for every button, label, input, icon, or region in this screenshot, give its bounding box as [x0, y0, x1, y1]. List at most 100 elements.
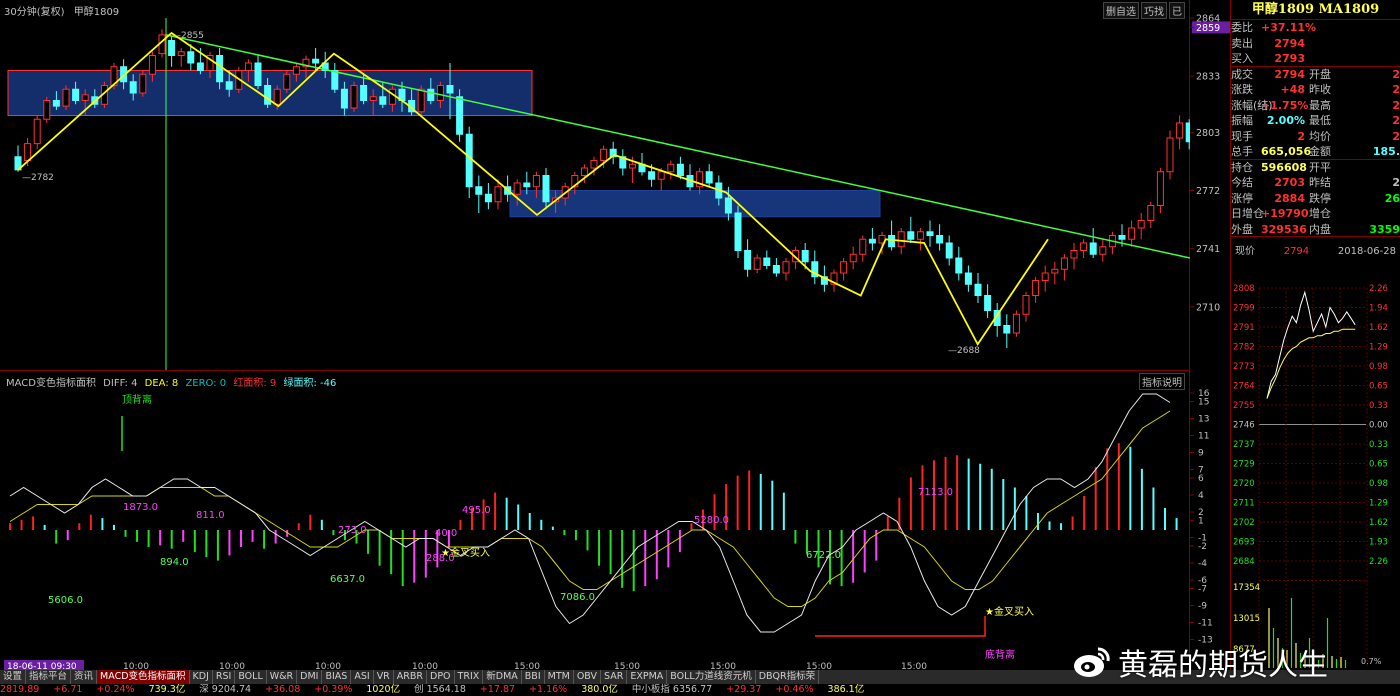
- quote-value: 596608: [1261, 160, 1307, 174]
- quote-value: 2: [1392, 176, 1400, 189]
- bottom-divergence-label: 底背离: [985, 648, 1015, 661]
- macd-green-area: 绿面积: -46: [283, 378, 337, 389]
- quote-label: 委比: [1231, 21, 1253, 34]
- quote-row: 现手 2 均价 2: [1231, 129, 1400, 145]
- indicator-tab[interactable]: DPO: [427, 670, 455, 684]
- mini-pct-tick: 0.00: [1369, 421, 1388, 431]
- candle-body: [225, 81, 233, 90]
- indicator-tab[interactable]: BOLL: [235, 670, 267, 684]
- indicator-tab[interactable]: KDJ: [190, 670, 213, 684]
- candle-body: [52, 100, 60, 107]
- quote-row: 总手 665,056 金额 185.: [1231, 144, 1400, 160]
- indicator-tab[interactable]: BBI: [522, 670, 545, 684]
- quote-value: [1339, 20, 1400, 36]
- indicator-tab[interactable]: 资讯: [71, 670, 98, 684]
- quote-label: 昨结: [1309, 176, 1331, 189]
- price-tick-label: 2833: [1196, 72, 1220, 83]
- candle-body: [283, 73, 291, 90]
- mini-price-tick: 2720: [1233, 479, 1255, 489]
- candle-body: [446, 85, 454, 94]
- quote-value: 185.: [1372, 145, 1400, 158]
- mini-pct-tick: 0.65: [1369, 382, 1388, 392]
- bottom-divergence-marker: [815, 616, 986, 637]
- indicator-tab[interactable]: ARBR: [394, 670, 428, 684]
- macd-tick-label: -11: [1198, 619, 1213, 629]
- indicator-help-button[interactable]: 指标说明: [1139, 373, 1185, 390]
- candle-body: [667, 163, 675, 173]
- macd-area-label: 40.0: [435, 528, 457, 539]
- candle-body: [859, 238, 867, 255]
- low-price-label-1: —2782: [22, 173, 54, 183]
- macd-area-label: 811.0: [196, 510, 225, 521]
- quote-row: 涨停 2884 跌停 26: [1231, 191, 1400, 207]
- indicator-tab[interactable]: DMI: [297, 670, 323, 684]
- candle-body: [580, 167, 588, 176]
- index-quote-item: +0.39%: [314, 684, 353, 695]
- remove-watchlist-button[interactable]: 删自选: [1103, 2, 1139, 19]
- indicator-tab[interactable]: ASI: [351, 670, 374, 684]
- mini-pct-tick: 1.62: [1369, 323, 1388, 333]
- candle-body: [513, 182, 521, 195]
- quote-label: 昨收: [1309, 83, 1331, 96]
- indicator-tab[interactable]: TRIX: [455, 670, 484, 684]
- price-tick-label: 2803: [1196, 128, 1220, 139]
- quote-label: [1309, 36, 1339, 52]
- indicator-tab[interactable]: SAR: [601, 670, 628, 684]
- mini-price-tick: 2729: [1233, 460, 1255, 470]
- macd-panel[interactable]: MACD变色指标面积 DIFF: 4 DEA: 8 ZERO: 0 红面积: 9…: [0, 370, 1190, 672]
- quote-value: 2703: [1274, 176, 1305, 189]
- indicator-tab[interactable]: DBQR指标荣: [756, 670, 820, 684]
- candle-body: [753, 257, 761, 270]
- candlestick-chart[interactable]: 30分钟(复权) 甲醇1809 删自选 巧找 已 —2855 —2782 —2688: [0, 0, 1222, 370]
- macd-area-label: 5280.0: [694, 515, 729, 526]
- macd-tick-label: 11: [1198, 432, 1209, 442]
- macd-tick-label: -2: [1198, 542, 1207, 552]
- candle-body: [196, 62, 204, 71]
- quote-label: 增仓: [1309, 207, 1331, 220]
- mini-pct-tick: 1.94: [1369, 304, 1388, 314]
- candle-body: [542, 175, 550, 203]
- indicator-tab[interactable]: BOLL力道线资元机: [667, 670, 756, 684]
- candle-body: [264, 85, 272, 105]
- candle-body: [417, 88, 425, 113]
- macd-tick-label: 13: [1198, 415, 1209, 425]
- quote-value: 2: [1392, 114, 1400, 127]
- candle-body: [148, 55, 156, 75]
- indicator-tab[interactable]: OBV: [574, 670, 602, 684]
- intraday-mini-chart[interactable]: 2808 2799 2791 2782 2773 2764 2755 2746 2737 2729…: [1231, 280, 1400, 670]
- indicator-tab[interactable]: RSI: [213, 670, 236, 684]
- candle-body: [763, 257, 771, 266]
- candle-body: [254, 62, 262, 86]
- quote-row: 涨跌 +48 昨收 2: [1231, 82, 1400, 98]
- macd-area-label: 1873.0: [123, 502, 158, 513]
- mini-price-tick: 2711: [1233, 499, 1255, 509]
- chart-top-buttons: 删自选 巧找 已: [1103, 2, 1185, 19]
- candle-body: [465, 133, 473, 188]
- indicator-tab[interactable]: 新DMA: [483, 670, 522, 684]
- candle-body: [1176, 122, 1184, 139]
- quote-value: +37.11%: [1261, 21, 1317, 34]
- spot-date: 2018-06-28: [1337, 246, 1396, 257]
- quote-value: [1339, 160, 1400, 176]
- quote-row: 成交 2794 开盘 2: [1231, 67, 1400, 83]
- indicator-tab[interactable]: MACD变色指标面积: [97, 670, 190, 684]
- indicator-tab[interactable]: BIAS: [322, 670, 352, 684]
- indicator-tab[interactable]: 指标平台: [26, 670, 72, 684]
- candle-body: [292, 66, 300, 75]
- smart-find-button[interactable]: 巧找: [1141, 2, 1167, 19]
- mini-pct-tick: 1.29: [1369, 499, 1388, 509]
- chart-title: 30分钟(复权) 甲醇1809: [4, 3, 125, 18]
- indicator-tab[interactable]: EXPMA: [627, 670, 668, 684]
- macd-tick-label: 1: [1198, 517, 1204, 527]
- quote-row: 今结 2703 昨结 2: [1231, 175, 1400, 191]
- macd-area-label: 6722.0: [806, 550, 841, 561]
- indicator-tab[interactable]: 设置: [0, 670, 27, 684]
- extra-button[interactable]: 已: [1169, 2, 1185, 19]
- indicator-tab[interactable]: W&R: [267, 670, 298, 684]
- quote-row: 涨幅(结) +1.75% 最高 2: [1231, 98, 1400, 114]
- quote-row: 持仓 596608 开平: [1231, 160, 1400, 176]
- indicator-tab[interactable]: MTM: [545, 670, 574, 684]
- indicator-tab[interactable]: VR: [374, 670, 394, 684]
- index-quote-item: +1.16%: [529, 684, 568, 695]
- macd-name: MACD变色指标面积: [6, 378, 96, 389]
